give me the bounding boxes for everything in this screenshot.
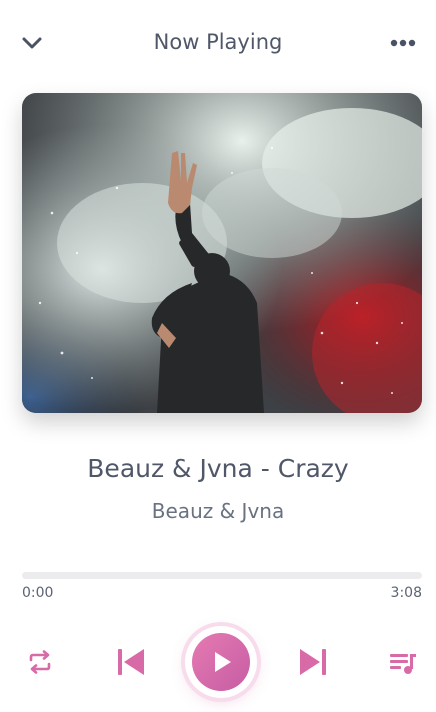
track-artist: Beauz & Jvna [151,499,285,523]
more-horizontal-icon[interactable] [387,31,419,55]
repeat-icon[interactable] [26,648,54,676]
elapsed-time: 0:00 [22,585,54,601]
total-duration: 3:08 [390,585,422,601]
progress-bar[interactable] [22,572,422,579]
album-art [22,93,422,413]
play-icon [215,652,231,672]
top-bar: Now Playing [0,0,436,88]
next-icon[interactable] [297,646,329,678]
queue-icon[interactable] [388,649,418,677]
track-title: Beauz & Jvna - Crazy [87,454,349,483]
previous-icon[interactable] [115,646,147,678]
album-art-image [22,93,422,413]
page-title: Now Playing [153,30,283,54]
play-button[interactable] [185,626,257,698]
